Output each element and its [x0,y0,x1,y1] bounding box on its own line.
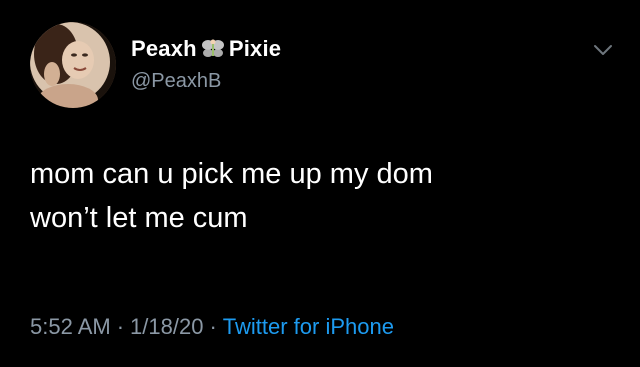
tweet-date[interactable]: 1/18/20 [130,314,203,339]
user-handle[interactable]: @PeaxhB [131,70,221,93]
fairy-icon [200,36,226,62]
tweet-text-line-2: won’t let me cum [30,202,248,234]
chevron-down-icon[interactable] [592,42,614,58]
tweet-time[interactable]: 5:52 AM [30,314,111,339]
avatar-photo [30,22,116,108]
tweet-metadata: 5:52 AM · 1/18/20 · Twitter for iPhone [30,314,394,340]
tweet-card: Peaxh Pixie @PeaxhB mom can u pick me up… [0,0,640,367]
separator-dot: · [209,314,217,339]
tweet-source-link[interactable]: Twitter for iPhone [223,314,394,339]
display-name-left[interactable]: Peaxh [131,36,197,62]
tweet-text: mom can u pick me up my dom won’t let me… [30,152,610,240]
separator-dot: · [116,314,125,339]
tweet-text-line-1: mom can u pick me up my dom [30,158,433,190]
display-name-right[interactable]: Pixie [229,36,281,62]
display-name[interactable]: Peaxh Pixie [131,36,281,62]
avatar[interactable] [30,22,116,108]
